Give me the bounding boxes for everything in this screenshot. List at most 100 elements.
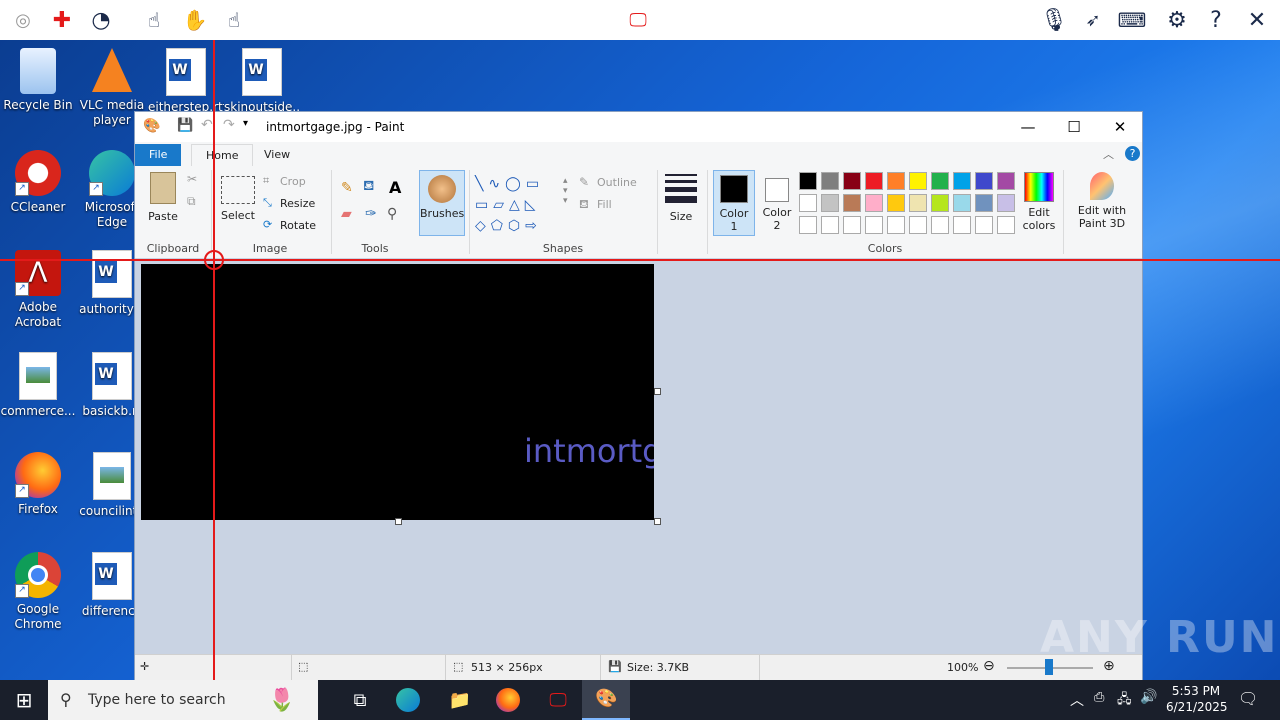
remote-tool-taskbar-icon[interactable]: 🖵 [544, 686, 572, 714]
palette-swatch[interactable] [821, 172, 839, 190]
text-tool-icon[interactable]: A [389, 178, 401, 197]
desktop-icon-firefox[interactable]: ↗ Firefox [0, 452, 76, 517]
gauge-icon[interactable]: ◔ [86, 5, 116, 35]
select-button[interactable]: Select [221, 209, 255, 222]
shapes-gallery[interactable]: ╲∿◯▭ ▭▱△◺ ◇⬠⬡⇨ [475, 174, 559, 234]
canvas-area[interactable]: intmortgage [135, 258, 1142, 654]
outline-button[interactable]: Outline [597, 176, 637, 189]
desktop-icon-acrobat[interactable]: ᐱ ↗ Adobe Acrobat [0, 250, 76, 330]
hand-click-icon[interactable]: ☝ [139, 5, 169, 35]
webcam-icon[interactable]: ◎ [8, 5, 38, 35]
palette-swatch[interactable] [887, 216, 905, 234]
crop-button[interactable]: Crop [280, 175, 306, 188]
palette-swatch[interactable] [865, 216, 883, 234]
firefox-taskbar-icon[interactable] [496, 688, 520, 712]
gear-icon[interactable]: ⚙ [1162, 5, 1192, 35]
close-icon[interactable]: ✕ [1242, 5, 1272, 35]
palette-swatch[interactable] [975, 194, 993, 212]
file-explorer-icon[interactable]: 📁 [446, 686, 474, 714]
notification-icon[interactable]: 🗨 [1238, 689, 1258, 708]
rotate-button[interactable]: Rotate [280, 219, 316, 232]
keyboard-icon[interactable]: ⌨ [1117, 5, 1147, 35]
edit-colors-button[interactable]: Edit colors [1019, 172, 1059, 232]
fill-bucket-icon[interactable]: ⛾ [363, 178, 374, 196]
cut-icon[interactable]: ✂ [187, 172, 197, 186]
palette-swatch[interactable] [887, 172, 905, 190]
brushes-button[interactable]: Brushes [419, 170, 465, 236]
desktop-icon-chrome[interactable]: ↗ Google Chrome [0, 552, 76, 632]
shapes-scroll-icon[interactable]: ▴ ▾ ▾ [563, 176, 568, 206]
palette-swatch[interactable] [975, 216, 993, 234]
palette-swatch[interactable] [821, 216, 839, 234]
resize-handle[interactable] [654, 518, 661, 525]
resize-button[interactable]: Resize [280, 197, 315, 210]
palette-swatch[interactable] [975, 172, 993, 190]
close-window-button[interactable]: ✕ [1097, 112, 1143, 142]
color1-button[interactable]: Color 1 [713, 170, 755, 236]
network-icon[interactable]: 🖧 [1117, 690, 1132, 712]
undo-icon[interactable]: ↶ [201, 117, 213, 133]
palette-swatch[interactable] [843, 216, 861, 234]
palette-swatch[interactable] [931, 216, 949, 234]
magnifier-icon[interactable]: ⚲ [387, 206, 397, 222]
desktop-icon-skinoutside[interactable]: W skinoutside... [224, 48, 300, 115]
palette-swatch[interactable] [887, 194, 905, 212]
palette-swatch[interactable] [997, 216, 1015, 234]
microphone-icon[interactable]: 🎙 [1039, 5, 1069, 35]
palette-swatch[interactable] [997, 194, 1015, 212]
eraser-icon[interactable]: ▰ [341, 206, 352, 222]
palette-swatch[interactable] [799, 194, 817, 212]
palette-swatch[interactable] [931, 172, 949, 190]
help-icon[interactable]: ? [1125, 146, 1140, 161]
edit-with-paint3d-button[interactable]: Edit with Paint 3D [1067, 172, 1137, 230]
fill-button[interactable]: Fill [597, 198, 612, 211]
palette-swatch[interactable] [931, 194, 949, 212]
windows-start-icon[interactable]: ⊞ [10, 686, 38, 714]
redo-icon[interactable]: ↷ [223, 117, 235, 133]
collapse-ribbon-icon[interactable]: ︿ [1103, 146, 1114, 162]
palette-swatch[interactable] [997, 172, 1015, 190]
edge-taskbar-icon[interactable] [396, 688, 420, 712]
paste-button[interactable]: Paste [145, 172, 181, 223]
help-icon[interactable]: ? [1201, 5, 1231, 35]
resize-handle[interactable] [395, 518, 402, 525]
size-button[interactable]: Size [665, 174, 697, 223]
palette-swatch[interactable] [909, 172, 927, 190]
customize-quick-access-icon[interactable]: ▾ [243, 118, 248, 129]
remote-desktop-icon[interactable]: 🖵 [623, 5, 653, 35]
desktop-icon-recycle-bin[interactable]: Recycle Bin [0, 48, 76, 113]
color-picker-icon[interactable]: ✑ [365, 206, 377, 222]
desktop-icon-commerce[interactable]: commerce... [0, 352, 76, 419]
minimize-button[interactable]: — [1005, 112, 1051, 142]
pencil-icon[interactable]: ✎ [341, 180, 353, 196]
save-icon[interactable]: 💾 [177, 118, 193, 133]
palette-swatch[interactable] [799, 172, 817, 190]
copy-icon[interactable]: ⧉ [187, 194, 196, 209]
show-hidden-icons[interactable]: ︿ [1070, 690, 1084, 710]
tab-view[interactable]: View [250, 144, 304, 166]
volume-icon[interactable]: 🔊 [1140, 689, 1157, 705]
zoom-out-icon[interactable]: ⊖ [983, 658, 995, 674]
paint-taskbar-button[interactable]: 🎨 [582, 680, 630, 720]
pointer-icon[interactable]: ➶ [1078, 5, 1108, 35]
palette-swatch[interactable] [909, 194, 927, 212]
hand-hold-icon[interactable]: ☝ [219, 5, 249, 35]
tab-file[interactable]: File [135, 144, 182, 166]
palette-swatch[interactable] [821, 194, 839, 212]
palette-swatch[interactable] [843, 172, 861, 190]
palette-swatch[interactable] [865, 172, 883, 190]
palette-swatch[interactable] [953, 216, 971, 234]
palette-swatch[interactable] [953, 172, 971, 190]
resize-handle[interactable] [654, 388, 661, 395]
palette-swatch[interactable] [953, 194, 971, 212]
palette-swatch[interactable] [909, 216, 927, 234]
desktop-icon-ccleaner[interactable]: ↗ CCleaner [0, 150, 76, 215]
clock[interactable]: 5:53 PM 6/21/2025 [1166, 683, 1228, 715]
palette-swatch[interactable] [865, 194, 883, 212]
color2-button[interactable]: Color 2 [757, 170, 797, 234]
device-icon[interactable]: ⎙ [1094, 690, 1104, 705]
target-icon[interactable]: ✚ [47, 5, 77, 35]
task-view-icon[interactable]: ⧉ [346, 686, 374, 714]
hand-double-click-icon[interactable]: ✋ [180, 5, 210, 35]
image-canvas[interactable]: intmortgage [141, 264, 654, 520]
